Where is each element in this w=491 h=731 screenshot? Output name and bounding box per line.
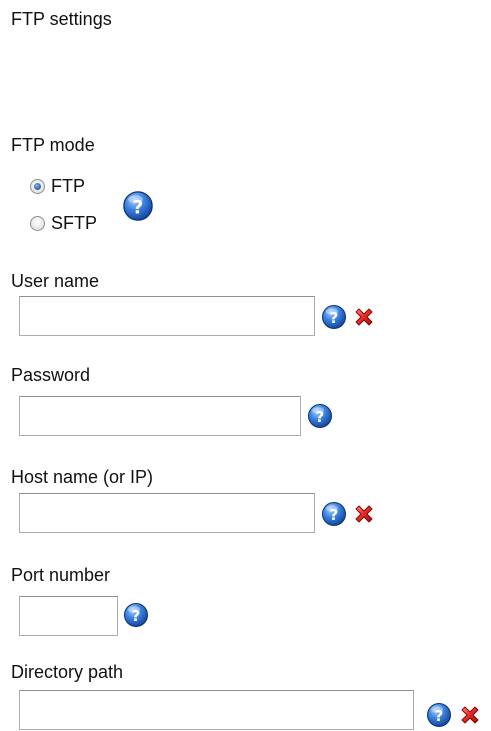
sftp-radio[interactable]	[30, 215, 45, 231]
port-number-label: Port number	[11, 565, 111, 585]
directory-path-help-icon[interactable]	[426, 702, 452, 728]
host-name-label: Host name (or IP)	[11, 467, 154, 487]
directory-path-label: Directory path	[11, 662, 124, 682]
ftp-mode-option-sftp[interactable]: SFTP	[30, 212, 97, 234]
password-input[interactable]	[19, 396, 301, 436]
directory-path-input[interactable]	[19, 690, 414, 730]
sftp-radio-label[interactable]: SFTP	[51, 212, 97, 234]
password-label: Password	[11, 365, 91, 385]
user-name-input[interactable]	[19, 296, 315, 336]
ftp-mode-help-icon[interactable]	[122, 190, 154, 222]
section-title: FTP settings	[11, 9, 112, 29]
user-name-clear-icon[interactable]	[352, 305, 376, 329]
ftp-radio-label[interactable]: FTP	[51, 175, 85, 197]
directory-path-clear-icon[interactable]	[458, 703, 482, 727]
ftp-mode-option-ftp[interactable]: FTP	[30, 175, 85, 197]
ftp-radio[interactable]	[30, 178, 45, 194]
port-number-help-icon[interactable]	[123, 602, 149, 628]
host-name-input[interactable]	[19, 493, 315, 533]
user-name-help-icon[interactable]	[321, 304, 347, 330]
host-name-clear-icon[interactable]	[352, 502, 376, 526]
port-number-input[interactable]	[19, 596, 118, 636]
ftp-mode-label: FTP mode	[11, 135, 95, 155]
host-name-help-icon[interactable]	[321, 501, 347, 527]
password-help-icon[interactable]	[307, 403, 333, 429]
user-name-label: User name	[11, 271, 100, 291]
